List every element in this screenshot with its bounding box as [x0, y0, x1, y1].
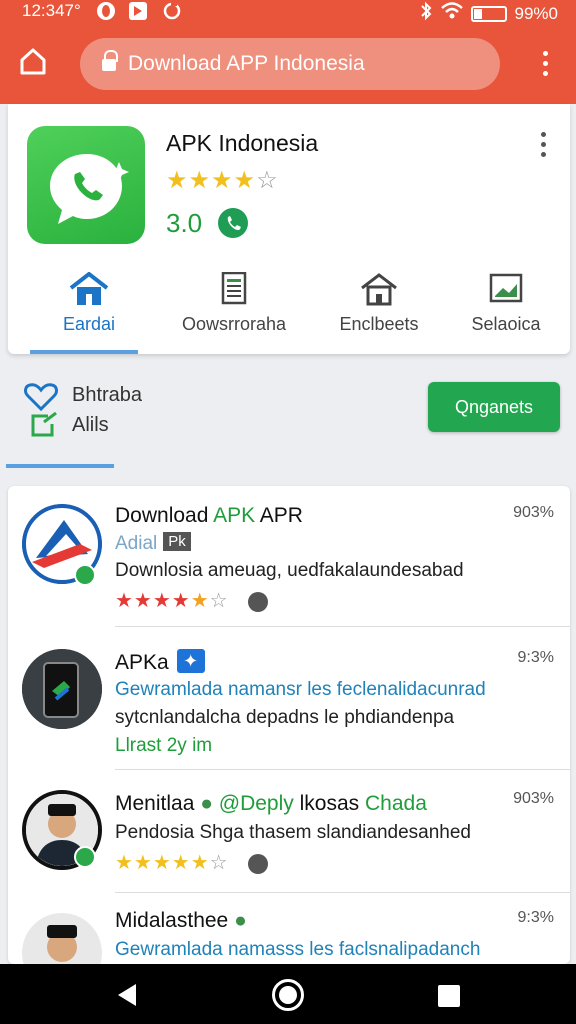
app-rating-value: 3.0	[166, 208, 203, 238]
subbar-line-1: Bhtraba	[72, 384, 143, 406]
item-title: Download APK APR	[115, 504, 303, 527]
url-text: Download APP Indonesia	[128, 52, 365, 75]
battery-percent: 99%0	[514, 3, 558, 23]
item-line-2: sytcnlandalcha depadns le phdiandenpa	[115, 707, 455, 728]
item-line-1: Gewramlada namansr les feclenalidacunrad	[115, 679, 486, 700]
tab-label: Selaoica	[471, 314, 541, 334]
app-icon[interactable]	[27, 126, 145, 244]
status-bar: 12:347° 99%0	[0, 0, 576, 24]
flipboard-icon	[128, 1, 148, 21]
list-item[interactable]: Download APK APR 903% Adial Pk Downlosia …	[8, 486, 570, 627]
verified-icon	[74, 564, 96, 586]
item-description: Gewramlada namasss les faclsnalipadanch	[115, 939, 481, 960]
document-icon	[214, 271, 254, 306]
tab-label: Oowsrroraha	[181, 314, 287, 334]
image-icon	[486, 272, 526, 306]
item-percent: 903%	[513, 790, 554, 807]
checkbox-icon[interactable]	[30, 411, 58, 438]
item-title: Midalasthee ●	[115, 909, 247, 932]
home-button[interactable]	[18, 46, 48, 76]
app-star-rating: ★★★★☆	[166, 167, 279, 194]
tab-enclbeets[interactable]: Enclbeets	[309, 264, 449, 354]
item-title: Menitlaa ● @Deply lkosas Chada	[115, 792, 427, 815]
item-subtitle: Adial Pk	[115, 532, 191, 555]
tab-label: Eardai	[62, 314, 116, 334]
item-line-3: Llrast 2y im	[115, 735, 213, 756]
top-app-bar: 12:347° 99%0 Download APP Indonesia	[0, 0, 576, 104]
mouse-icon	[248, 592, 268, 612]
item-description: Pendosia Shga thasem slandiandesanhed	[115, 822, 471, 843]
subbar-indicator	[6, 464, 114, 468]
tab-bar: Eardai Oowsrroraha Enclbeets Selaoica	[8, 264, 570, 354]
verified-icon	[74, 846, 96, 868]
active-tab-indicator	[30, 350, 138, 354]
house-icon	[359, 272, 399, 306]
item-percent: 903%	[513, 504, 554, 521]
sync-icon	[162, 1, 182, 21]
lock-icon	[102, 50, 118, 72]
phone-badge-icon	[218, 208, 248, 238]
recents-icon[interactable]	[438, 985, 460, 1007]
tab-eardai[interactable]: Eardai	[19, 264, 159, 354]
system-nav-bar	[0, 964, 576, 1024]
home-icon	[69, 271, 109, 306]
item-description: Downlosia ameuag, uedfakalaundesabad	[115, 560, 464, 581]
list-item[interactable]: APKa ✦ 9:3% Gewramlada namansr les feclen…	[8, 627, 570, 770]
results-list: Download APK APR 903% Adial Pk Downlosia …	[8, 486, 570, 964]
card-more-icon[interactable]	[539, 132, 547, 157]
tab-selaoica[interactable]: Selaoica	[436, 264, 576, 354]
wifi-icon	[440, 2, 463, 25]
status-right: 99%0	[419, 1, 558, 26]
whatsapp-like-icon	[50, 154, 129, 224]
item-title: APKa ✦	[115, 649, 205, 675]
app-avatar	[22, 649, 102, 729]
home-circle-icon[interactable]	[272, 979, 304, 1011]
url-bar[interactable]: Download APP Indonesia	[80, 38, 500, 90]
mouse-icon	[248, 854, 268, 874]
app-header-card: APK Indonesia ★★★★☆ 3.0 Eardai Oowsrrora…	[8, 104, 570, 354]
app-title: APK Indonesia	[166, 130, 319, 156]
back-icon[interactable]	[118, 984, 136, 1006]
item-percent: 9:3%	[517, 649, 554, 666]
heart-icon[interactable]	[24, 382, 58, 412]
list-item[interactable]: Midalasthee ● 9:3% Gewramlada namasss le…	[8, 893, 570, 964]
subbar-line-2: Alils	[72, 414, 109, 436]
person-avatar	[22, 913, 102, 964]
more-vert-icon[interactable]	[541, 51, 549, 76]
primary-action-button[interactable]: Qnganets	[428, 382, 560, 432]
item-percent: 9:3%	[517, 909, 554, 926]
tab-label: Enclbeets	[339, 314, 419, 334]
action-bar: Bhtraba Alils Qnganets	[0, 372, 576, 468]
status-time: 12:347°	[22, 1, 81, 20]
opera-icon	[96, 1, 116, 21]
tab-oowsrroraha[interactable]: Oowsrroraha	[164, 264, 304, 354]
list-item[interactable]: Menitlaa ● @Deply lkosas Chada 903% Pend…	[8, 770, 570, 893]
home-icon	[20, 48, 46, 75]
item-star-rating: ★★★★★☆	[115, 590, 229, 612]
battery-icon	[470, 5, 507, 22]
bluetooth-icon	[419, 1, 433, 26]
item-star-rating: ★★★★★☆	[115, 852, 229, 874]
